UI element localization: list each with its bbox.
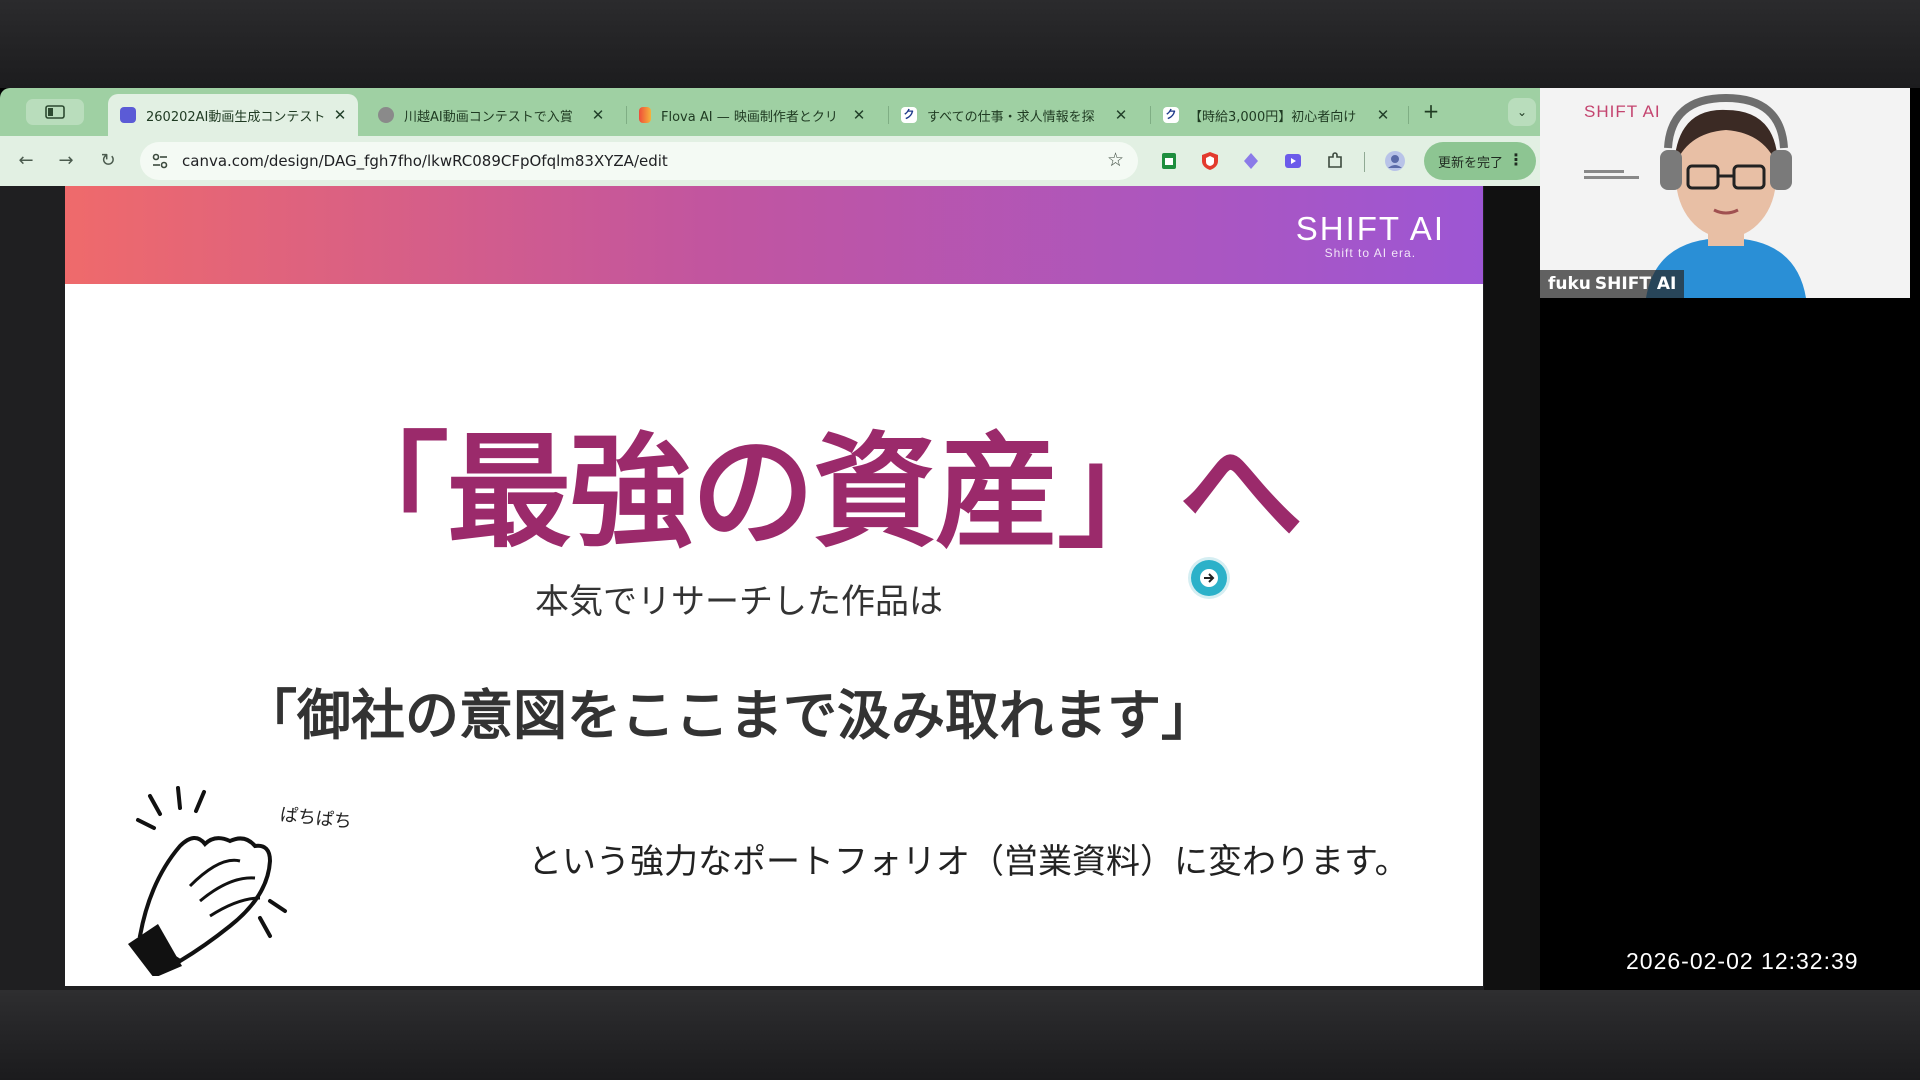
document-favicon-icon	[378, 107, 394, 123]
arrow-right-icon: →	[58, 150, 74, 171]
address-bar[interactable]: canva.com/design/DAG_fgh7fho/lkwRC089CFp…	[140, 142, 1138, 180]
recording-timestamp: 2026-02-02 12:32:39	[1626, 948, 1859, 974]
tab-hourly-job[interactable]: ク 【時給3,000円】初心者向け ✕	[1151, 94, 1401, 136]
tab-flova[interactable]: Flova AI — 映画制作者とクリ ✕	[627, 94, 877, 136]
site-settings-icon	[152, 153, 168, 169]
forward-button[interactable]: →	[52, 147, 80, 175]
brand-tagline: Shift to AI era.	[1324, 246, 1417, 260]
arrow-left-icon: ←	[18, 150, 34, 171]
canvas-side-strip	[1484, 186, 1540, 990]
page-content: SHIFT AI Shift to AI era. 「最強の資産」へ 本気でリサ…	[0, 186, 1540, 990]
crowdworks-favicon-icon: ク	[1163, 107, 1179, 123]
participant-name: fuku	[1548, 274, 1591, 294]
tab-title: すべての仕事・求人情報を探	[927, 109, 1095, 125]
slide-header-gradient: SHIFT AI Shift to AI era.	[65, 186, 1483, 284]
participant-video	[1646, 93, 1806, 298]
clapping-hands-icon	[128, 786, 287, 976]
extension-sheets-icon[interactable]	[1158, 150, 1180, 172]
crowdworks-favicon-icon: ク	[901, 107, 917, 123]
more-vert-icon[interactable]: ⋮	[1508, 150, 1524, 169]
flova-favicon-icon	[639, 107, 651, 123]
tab-bar: 260202AI動画生成コンテスト ✕ 川越AI動画コンテストで入賞 ✕ Flo…	[0, 88, 1540, 136]
slide-subtext: 本気でリサーチした作品は	[535, 582, 943, 622]
sidebar-icon	[45, 105, 65, 119]
tab-title: 川越AI動画コンテストで入賞	[404, 109, 573, 125]
slide-bottom-text: という強力なポートフォリオ（営業資料）に変わります。	[528, 842, 1409, 882]
screen-bottom-band	[0, 990, 1920, 1080]
slide-headline: 「最強の資産」へ	[325, 421, 1303, 565]
close-icon[interactable]: ✕	[1375, 106, 1391, 124]
extension-shield-icon[interactable]	[1199, 150, 1221, 172]
canva-favicon-icon	[120, 107, 136, 123]
browser-window: 260202AI動画生成コンテスト ✕ 川越AI動画コンテストで入賞 ✕ Flo…	[0, 88, 1540, 990]
reload-icon: ↻	[100, 150, 116, 171]
tab-title: 【時給3,000円】初心者向け	[1189, 109, 1357, 125]
profile-avatar[interactable]	[1384, 150, 1406, 172]
tab-jobs-search[interactable]: ク すべての仕事・求人情報を探 ✕	[889, 94, 1139, 136]
browser-toolbar: ← → ↻ canva.com/design/DAG_fgh7fho/lkwRC…	[0, 136, 1540, 186]
new-tab-button[interactable]: +	[1418, 98, 1444, 124]
slide-quote: 「御社の意図をここまで汲み取れます」	[243, 684, 1215, 747]
close-icon[interactable]: ✕	[851, 106, 867, 124]
tab-title: 260202AI動画生成コンテスト	[146, 109, 326, 125]
tab-canva-contest[interactable]: 260202AI動画生成コンテスト ✕	[108, 94, 358, 136]
tab-separator	[1408, 106, 1409, 124]
chevron-down-icon: ⌄	[1516, 105, 1528, 119]
background-text-line	[1584, 170, 1624, 173]
arrow-right-icon	[1200, 569, 1218, 587]
close-icon[interactable]: ✕	[332, 106, 348, 124]
bookmark-star-icon[interactable]: ☆	[1107, 149, 1124, 171]
screen-top-band	[0, 0, 1920, 88]
extension-video-icon[interactable]	[1282, 150, 1304, 172]
participant-name-label: fuku SHIFT AI	[1540, 270, 1685, 298]
next-arrow-button[interactable]	[1191, 560, 1227, 596]
update-complete-button[interactable]: 更新を完了 ⋮	[1424, 142, 1536, 180]
back-button[interactable]: ←	[12, 147, 40, 175]
tab-search-button[interactable]: ⌄	[1508, 98, 1536, 126]
update-button-label: 更新を完了	[1438, 155, 1504, 171]
close-icon[interactable]: ✕	[1113, 106, 1129, 124]
extensions-puzzle-icon[interactable]	[1324, 150, 1346, 172]
reload-button[interactable]: ↻	[94, 147, 122, 175]
toolbar-divider	[1364, 152, 1365, 172]
tab-kawagoe[interactable]: 川越AI動画コンテストで入賞 ✕	[366, 94, 616, 136]
url-text: canva.com/design/DAG_fgh7fho/lkwRC089CFp…	[182, 152, 668, 170]
participant-org: SHIFT AI	[1594, 274, 1677, 294]
extension-crystal-icon[interactable]	[1240, 150, 1262, 172]
brand-name: SHIFT AI	[1295, 210, 1445, 247]
presentation-slide: SHIFT AI Shift to AI era. 「最強の資産」へ 本気でリサ…	[65, 186, 1483, 986]
close-icon[interactable]: ✕	[590, 106, 606, 124]
tab-title: Flova AI — 映画制作者とクリ	[661, 109, 838, 125]
shift-ai-logo: SHIFT AI Shift to AI era.	[1296, 210, 1445, 260]
tab-groups-button[interactable]	[26, 99, 84, 125]
webcam-video-tile: SHIFT AI fuku SHIFT AI	[1540, 88, 1910, 298]
